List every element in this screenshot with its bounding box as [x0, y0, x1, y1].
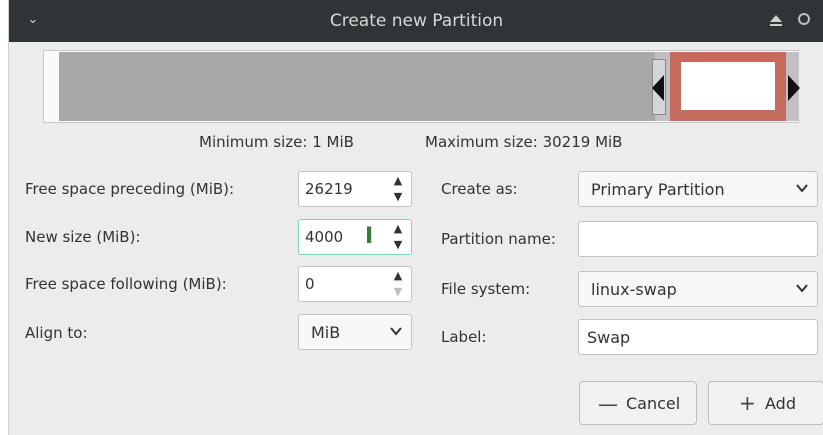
right-arrow-icon[interactable]: [788, 75, 800, 101]
align-to-select[interactable]: MiB: [298, 314, 412, 350]
partition-name-input[interactable]: [578, 221, 818, 257]
free-space-following-spinbutton[interactable]: 0 ▲ ▼: [298, 266, 412, 302]
left-arrow-icon[interactable]: [652, 75, 664, 101]
cancel-button[interactable]: — Cancel: [579, 381, 697, 425]
title-bar: ⌄ Create new Partition: [9, 0, 823, 42]
label-label: Label:: [441, 328, 487, 346]
chevron-down-icon: [796, 284, 808, 293]
plus-icon: +: [739, 391, 756, 415]
increment-chevron-up-icon[interactable]: ▲: [387, 173, 409, 189]
create-as-select[interactable]: Primary Partition: [578, 171, 818, 207]
minus-icon: —: [598, 392, 618, 416]
new-size-value[interactable]: 4000: [305, 228, 343, 246]
maximum-size-text: Maximum size: 30219 MiB: [425, 133, 623, 151]
partition-name-label: Partition name:: [441, 230, 556, 248]
decrement-chevron-down-icon[interactable]: ▼: [387, 237, 409, 253]
label-input[interactable]: Swap: [578, 319, 818, 355]
free-space-preceding-value[interactable]: 26219: [305, 180, 353, 198]
label-value[interactable]: Swap: [587, 328, 630, 347]
file-system-label: File system:: [441, 280, 531, 298]
align-to-label: Align to:: [25, 324, 88, 342]
create-as-label: Create as:: [441, 180, 518, 198]
align-to-value: MiB: [311, 323, 341, 342]
free-space-following-value[interactable]: 0: [305, 275, 315, 293]
free-space-preceding-label: Free space preceding (MiB):: [25, 180, 235, 198]
decrement-chevron-down-icon: ▼: [393, 285, 403, 298]
minimum-size-text: Minimum size: 1 MiB: [199, 133, 354, 151]
chevron-down-icon: [796, 184, 808, 193]
chevron-down-icon: [390, 327, 402, 336]
free-space-preceding-region: [59, 52, 655, 121]
free-space-preceding-spinbutton[interactable]: 26219 ▲ ▼: [298, 171, 412, 207]
text-cursor-icon: I: [365, 224, 374, 249]
eject-icon[interactable]: [768, 12, 784, 28]
decrement-chevron-down-icon[interactable]: ▼: [387, 189, 409, 205]
increment-chevron-up-icon[interactable]: ▲: [387, 221, 409, 237]
add-button[interactable]: + Add: [708, 381, 823, 425]
cancel-button-label: Cancel: [626, 394, 681, 413]
create-partition-dialog: ⌄ Create new Partition Minimum size: 1 M…: [8, 0, 823, 435]
new-size-spinbutton[interactable]: 4000 I ▲ ▼: [298, 219, 412, 255]
partition-size-bar[interactable]: [43, 50, 800, 123]
close-circle-icon[interactable]: [798, 13, 810, 25]
free-space-following-label: Free space following (MiB):: [25, 275, 227, 293]
increment-chevron-up-icon[interactable]: ▲: [387, 268, 409, 284]
new-size-label: New size (MiB):: [25, 228, 141, 246]
new-partition-inner: [681, 62, 775, 110]
window-title: Create new Partition: [329, 11, 504, 31]
file-system-select[interactable]: linux-swap: [578, 271, 818, 307]
create-as-value: Primary Partition: [591, 180, 725, 199]
add-button-label: Add: [765, 394, 796, 413]
file-system-value: linux-swap: [591, 280, 677, 299]
